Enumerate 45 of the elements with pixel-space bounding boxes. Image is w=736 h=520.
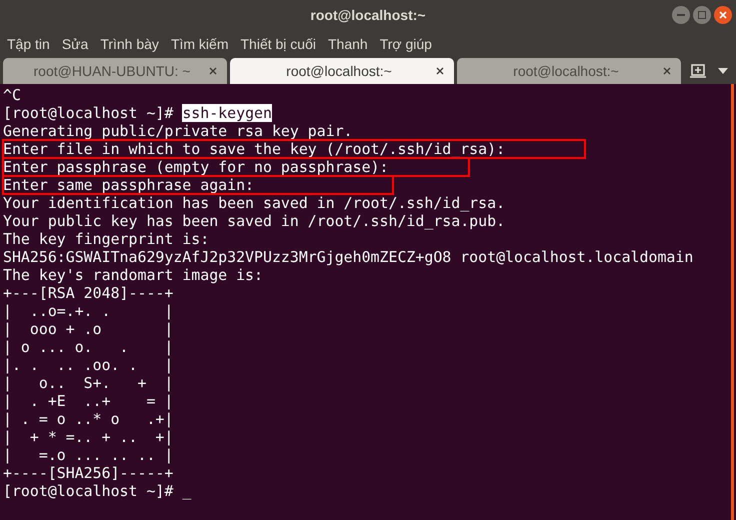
menu-item[interactable]: Trình bày <box>100 34 159 54</box>
terminal-line: Enter file in which to save the key (/root/.ssh/id_rsa): <box>3 140 586 158</box>
terminal-line: |. . .. .oo. . | <box>3 356 174 374</box>
dropdown-arrow-icon[interactable] <box>718 68 728 74</box>
menu-item[interactable]: Sửa <box>62 34 88 54</box>
terminal-line: Your public key has been saved in /root/.ssh/id_rsa.pub. <box>3 212 506 230</box>
menu-item[interactable]: Tập tin <box>7 34 50 54</box>
close-icon[interactable] <box>663 67 671 75</box>
terminal-line: The key fingerprint is: <box>3 230 210 248</box>
menu-item[interactable]: Thanh <box>328 34 368 54</box>
window-title: root@localhost:~ <box>310 6 426 24</box>
terminal-line: The key's randomart image is: <box>3 266 263 284</box>
terminal-line: | . = o ..* o .+| <box>3 410 174 428</box>
close-icon <box>719 11 727 19</box>
terminal-line: SHA256:GSWAITna629yzAfJ2p32VPUzz3MrGjgeh0mZECZ+gO8 root@localhost.localdomain <box>3 248 694 266</box>
terminal-line: | =.o ... .. .. | <box>3 446 174 464</box>
new-tab-icon[interactable] <box>690 64 706 78</box>
terminal-line: | . +E ..+ = | <box>3 392 174 410</box>
terminal-line: | ooo + .o | <box>3 320 174 338</box>
terminal-line: | o ... o. . | <box>3 338 174 356</box>
terminal-line: | o.. S+. + | <box>3 374 174 392</box>
shell-prompt: [root@localhost ~]# <box>3 482 174 500</box>
terminal-line: +----[SHA256]-----+ <box>3 464 174 482</box>
terminal-line: Enter passphrase (empty for no passphrase): <box>3 158 468 176</box>
close-button[interactable] <box>714 6 732 24</box>
close-icon[interactable] <box>209 67 217 75</box>
menu-item[interactable]: Tìm kiếm <box>170 34 228 54</box>
minimize-button[interactable] <box>672 6 690 24</box>
terminal-tab[interactable]: root@HUAN-UBUNTU: ~ <box>3 58 227 84</box>
menu-item[interactable]: Thiết bị cuối <box>240 34 316 54</box>
terminal-line: Enter same passphrase again: <box>3 176 393 194</box>
terminal-line: | ..o=.+. . | <box>3 302 174 320</box>
command-text: ssh-keygen <box>182 104 272 122</box>
terminal-line: +---[RSA 2048]----+ <box>3 284 174 302</box>
close-icon[interactable] <box>436 67 444 75</box>
terminal-line: | + * =.. + .. +| <box>3 428 174 446</box>
terminal-line: ^C <box>3 86 21 104</box>
terminal-tab[interactable]: root@localhost:~ <box>457 58 681 84</box>
menu-item[interactable]: Trợ giúp <box>380 34 432 54</box>
scrollbar[interactable] <box>731 84 734 520</box>
terminal-line: Generating public/private rsa key pair. <box>3 122 353 140</box>
shell-prompt: [root@localhost ~]# <box>3 104 174 122</box>
terminal-line: Your identification has been saved in /root/.ssh/id_rsa. <box>3 194 506 212</box>
text-cursor: _ <box>182 482 192 500</box>
terminal-tab[interactable]: root@localhost:~ <box>230 58 454 84</box>
